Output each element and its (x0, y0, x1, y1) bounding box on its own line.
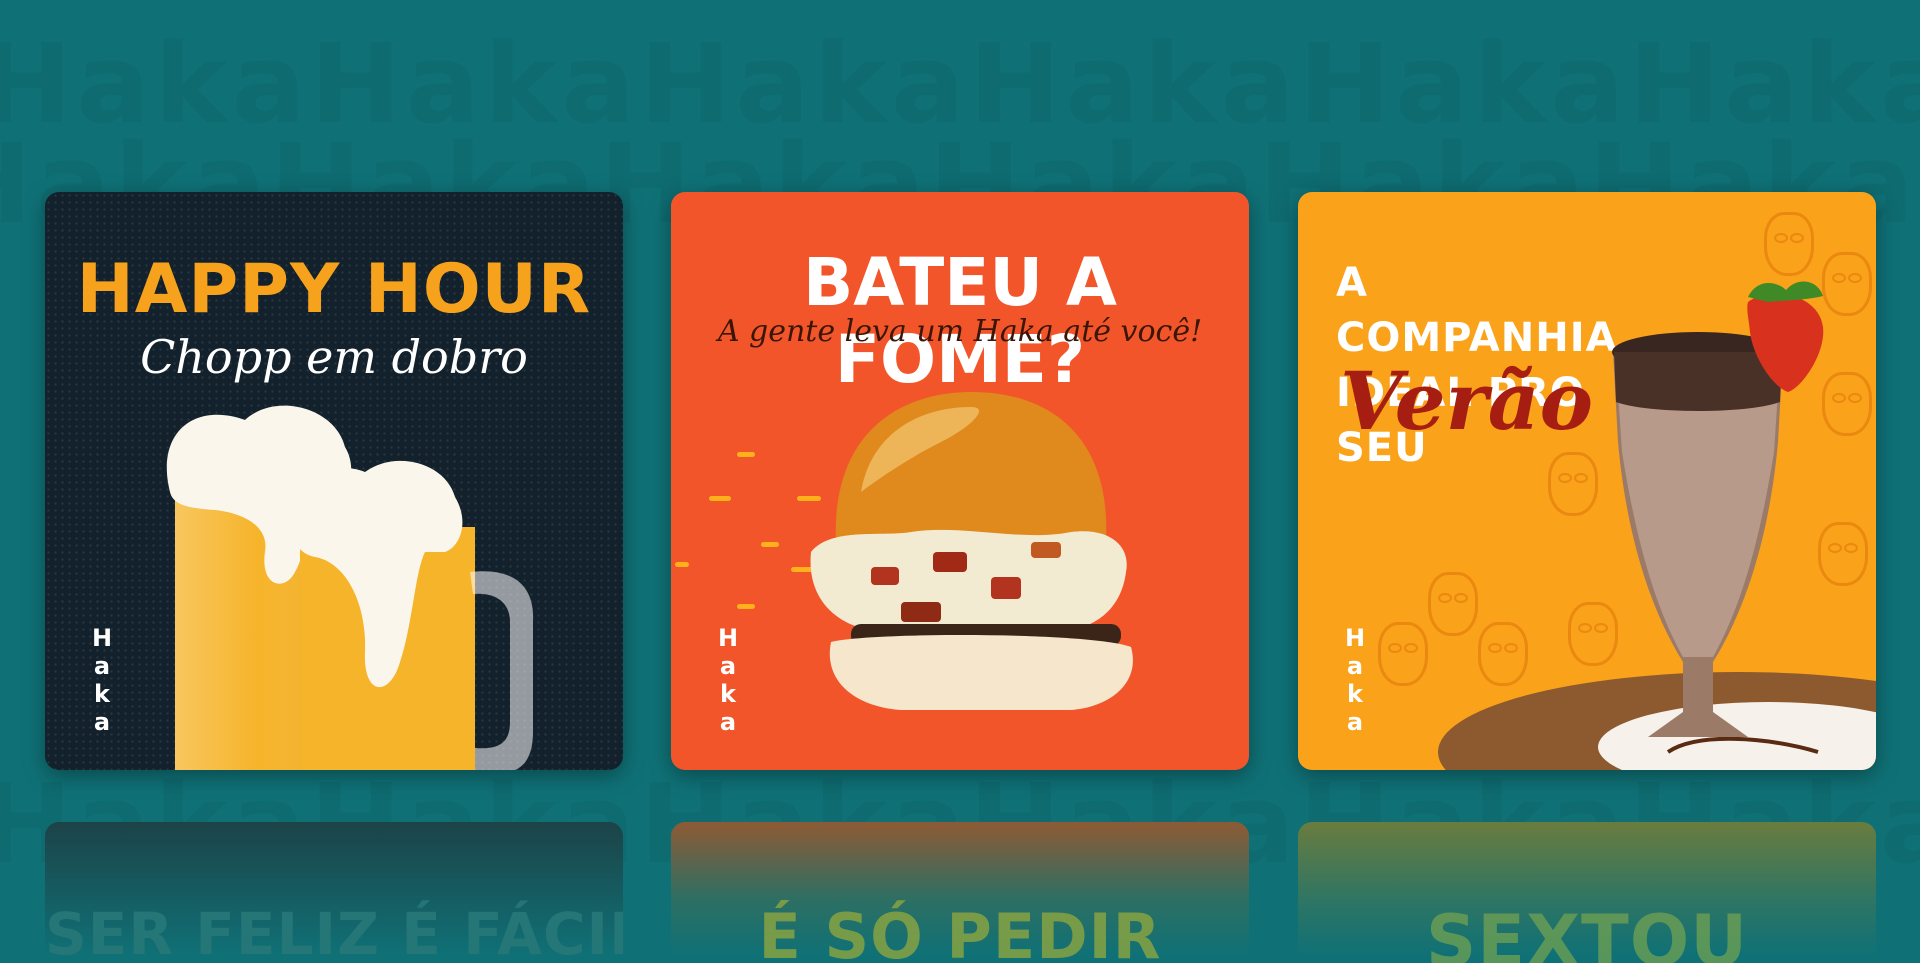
reflection-card-1: SER FELIZ É FÁCIL (45, 822, 623, 963)
logo-text: Haka (88, 624, 116, 736)
haka-logo: Haka (714, 624, 763, 740)
reflection-text: É SÓ PEDIR (758, 900, 1162, 963)
reflection-text: SER FELIZ É FÁCIL (45, 900, 623, 963)
haka-logo: Haka (1341, 624, 1390, 740)
haka-logo: Haka (88, 624, 137, 740)
logo-text: Haka (714, 624, 742, 736)
happy-hour-card: HAPPY HOUR Chopp em dobro Haka (45, 192, 623, 770)
bateu-a-fome-card: BATEU A FOME? A gente leva um Haka até v… (671, 192, 1249, 770)
companhia-ideal-card: A COMPANHIA IDEAL PRO SEU Verão Haka (1298, 192, 1876, 770)
logo-text: Haka (1341, 624, 1369, 736)
reflection-card-3: SEXTOU (1298, 822, 1876, 963)
reflection-text: SEXTOU (1425, 900, 1749, 963)
reflection-card-2: É SÓ PEDIR (671, 822, 1249, 963)
